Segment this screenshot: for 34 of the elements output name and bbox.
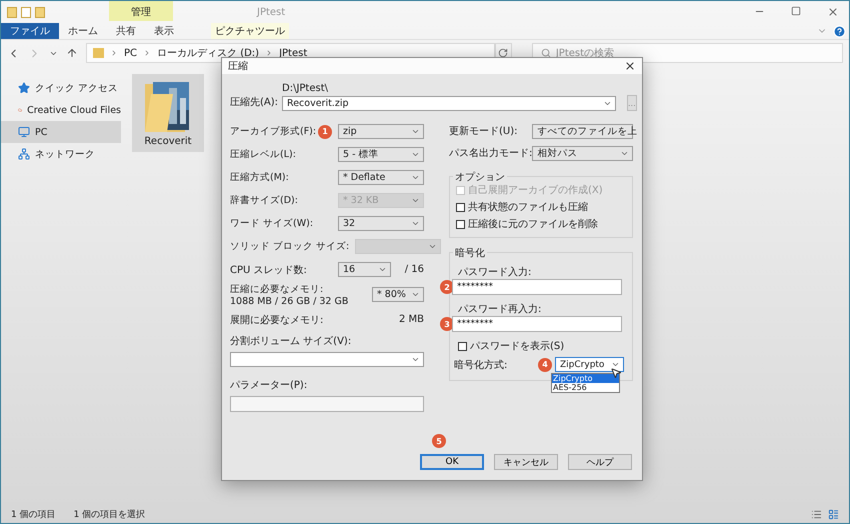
memory-detail: 1088 MB / 26 GB / 32 GB	[230, 296, 350, 306]
field-label: パラメーター(P):	[230, 379, 308, 392]
field-label: 辞書サイズ(D):	[230, 194, 298, 207]
field-label: ワード サイズ(W):	[230, 217, 314, 230]
field-label: パスワード再入力:	[457, 302, 542, 316]
thread-total: / 16	[404, 264, 424, 275]
step-badge: 4	[538, 358, 552, 372]
window-title: JPtest	[257, 6, 286, 18]
field-label: 圧縮先(A):	[230, 96, 278, 109]
field-label: アーカイブ形式(F):	[230, 125, 316, 138]
field-label: パス名出力モード:	[449, 146, 532, 160]
checkbox-label: 共有状態のファイルも圧縮	[468, 200, 588, 214]
field-label: 暗号化方式:	[454, 358, 508, 372]
step-badge: 5	[432, 434, 446, 448]
field-label: ソリッド ブロック サイズ:	[230, 240, 350, 253]
field-label: 圧縮レベル(L):	[230, 148, 296, 161]
group-title: 暗号化	[453, 246, 487, 260]
checkbox-label: パスワードを表示(S)	[470, 340, 564, 353]
group-title: オプション	[453, 170, 507, 184]
checkbox-label: 圧縮後に元のファイルを削除	[468, 218, 598, 231]
destination-path: D:\JPtest\	[282, 83, 330, 94]
step-badge: 1	[318, 124, 332, 138]
status-text: 1 個の項目を選択	[74, 508, 146, 520]
field-label: 分割ボリューム サイズ(V):	[230, 334, 352, 348]
field-label: パスワード入力:	[457, 266, 532, 279]
field-label: 展開に必要なメモリ:	[230, 314, 324, 326]
field-label: 更新モード(U):	[449, 124, 518, 138]
field-label: 圧縮方式(M):	[230, 171, 289, 184]
memory-value: 2 MB	[398, 314, 424, 325]
field-label: CPU スレッド数:	[230, 264, 308, 276]
field-label: 圧縮に必要なメモリ:	[230, 282, 324, 296]
checkbox-label: 自己展開アーカイブの作成(X)	[468, 184, 603, 197]
status-text: 1 個の項目	[11, 508, 56, 520]
contextual-tab-group: 管理	[109, 1, 173, 21]
